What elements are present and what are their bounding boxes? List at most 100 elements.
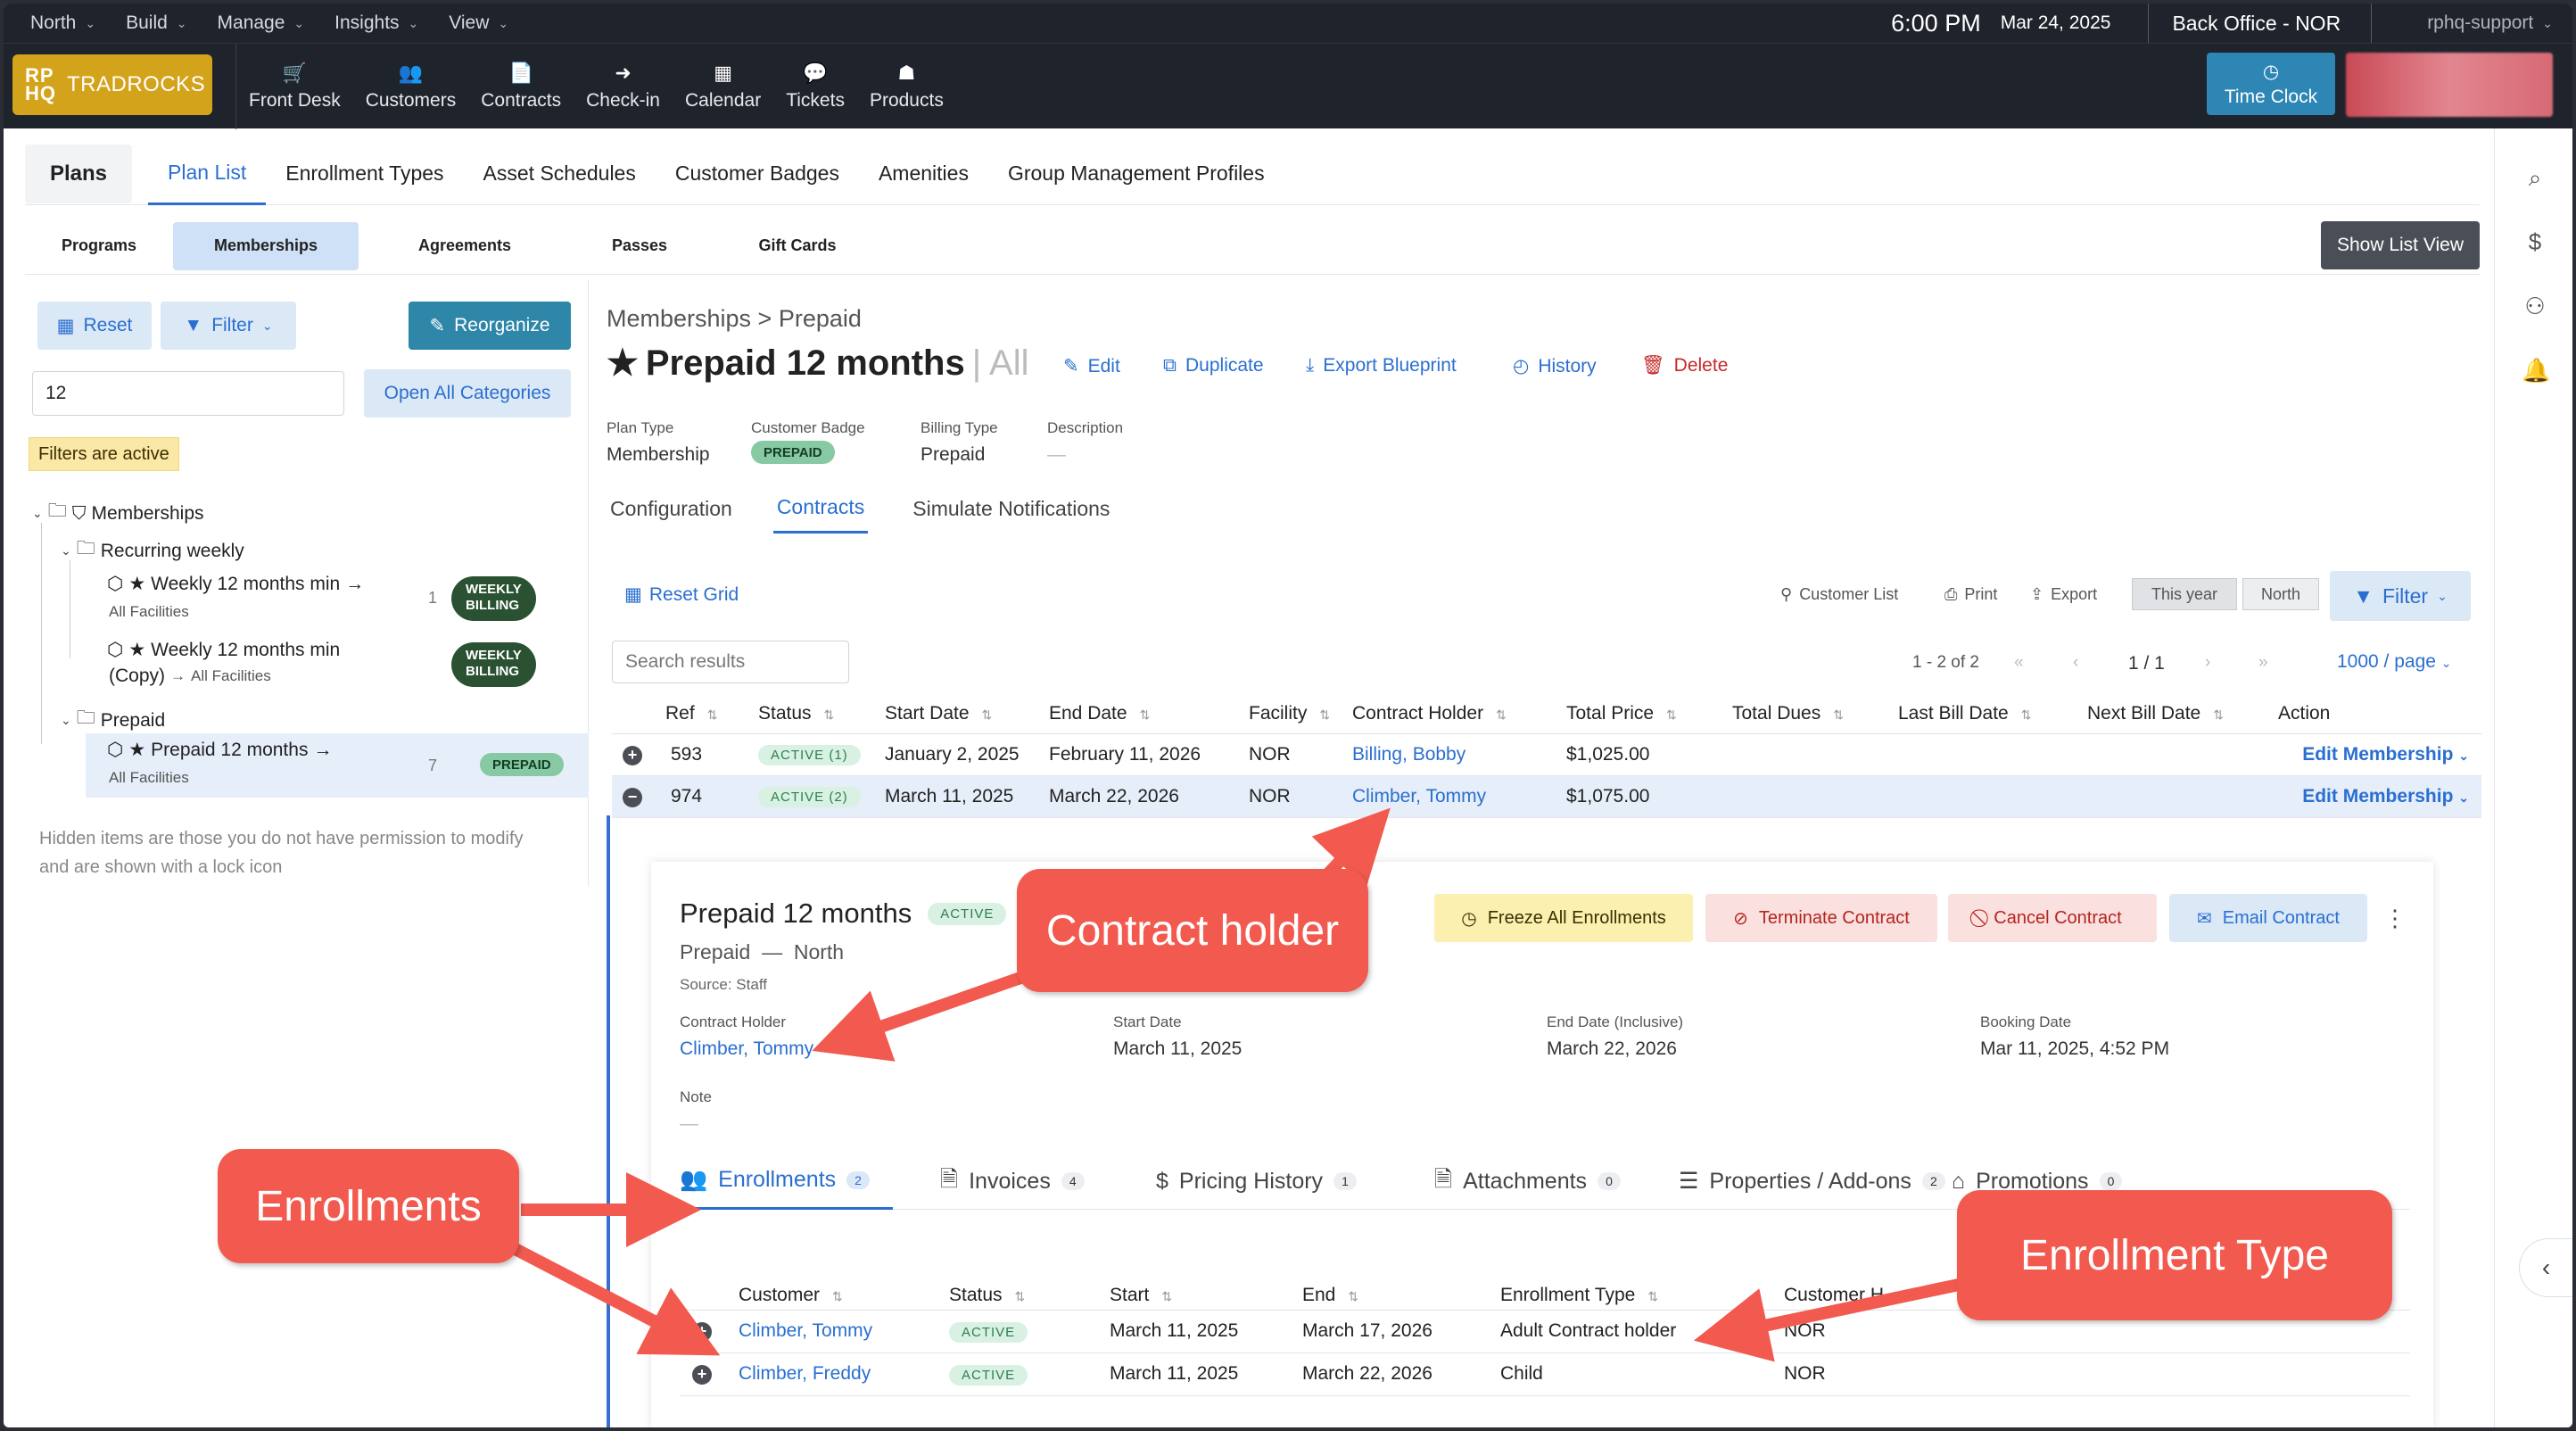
table-row[interactable]: + Climber, Freddy ACTIVE March 11, 2025 … — [680, 1352, 2410, 1396]
nav-customers[interactable]: 👥 Customers — [353, 44, 469, 129]
tab-customer-badges[interactable]: Customer Badges — [656, 143, 859, 205]
search-icon[interactable]: ⌕ — [2522, 164, 2548, 191]
tree-item-weekly-12-months[interactable]: ⬡ ★ Weekly 12 months min → — [107, 573, 364, 595]
brand-logo[interactable]: RP HQ TRADROCKS — [12, 54, 212, 115]
show-list-view-button[interactable]: Show List View — [2320, 221, 2480, 269]
export-blueprint-button[interactable]: ⤓ Export Blueprint — [1306, 355, 1457, 376]
col-end[interactable]: End ⇅ — [1302, 1281, 1500, 1311]
table-row[interactable]: + 593 ACTIVE (1) January 2, 2025 Februar… — [612, 733, 2481, 776]
reset-grid-button[interactable]: ▦ Reset Grid — [624, 583, 739, 606]
north-filter-chip[interactable]: North — [2242, 578, 2319, 610]
tab-amenities[interactable]: Amenities — [859, 143, 988, 205]
contract-holder-link[interactable]: Climber, Tommy — [680, 1038, 813, 1060]
print-button[interactable]: ⎙ Print — [1944, 585, 1997, 604]
tab-enrollments[interactable]: 👥 Enrollments 2 — [680, 1153, 893, 1210]
menu-insights[interactable]: Insights ⌄ — [334, 12, 418, 34]
subtab-programs[interactable]: Programs — [25, 222, 173, 270]
subtab-gift-cards[interactable]: Gift Cards — [708, 222, 887, 270]
tab-simulate-notifications[interactable]: Simulate Notifications — [909, 484, 1110, 534]
dollar-icon[interactable]: $ — [2522, 228, 2548, 255]
tree-item-prepaid-12-months[interactable]: ⬡ ★ Prepaid 12 months → — [107, 739, 332, 761]
tab-properties-add-ons[interactable]: ☰ Properties / Add-ons 2 — [1679, 1153, 1945, 1210]
col-end-date[interactable]: End Date ⇅ — [1049, 694, 1249, 734]
subtab-agreements[interactable]: Agreements — [359, 222, 571, 270]
time-clock-button[interactable]: ◷ Time Clock — [2207, 53, 2335, 115]
expand-row-icon[interactable]: + — [692, 1365, 712, 1385]
cancel-contract-button[interactable]: ⃠Cancel Contract — [1948, 894, 2157, 942]
contract-holder-link[interactable]: Billing, Bobby — [1352, 744, 1466, 765]
col-contract-holder[interactable]: Contract Holder ⇅ — [1352, 694, 1566, 734]
customer-link[interactable]: Climber, Freddy — [739, 1363, 871, 1384]
menu-build[interactable]: Build ⌄ — [126, 12, 186, 34]
subtab-memberships[interactable]: Memberships — [173, 221, 359, 270]
collapse-row-icon[interactable]: − — [623, 787, 642, 807]
person-icon[interactable]: ⚇ — [2522, 293, 2548, 319]
page-size-select[interactable]: 1000 / page ⌄ — [2337, 651, 2452, 673]
delete-button[interactable]: 🗑 Delete — [1641, 355, 1728, 376]
avatar[interactable] — [2346, 53, 2553, 117]
tree-category-recurring-weekly[interactable]: ⌄ 🗀 Recurring weekly — [61, 535, 244, 567]
nav-calendar[interactable]: ▦ Calendar — [673, 44, 773, 129]
tab-attachments[interactable]: 🗎 Attachments 0 — [1434, 1153, 1621, 1210]
col-total-price[interactable]: Total Price ⇅ — [1566, 694, 1732, 734]
col-enrollment-type[interactable]: Enrollment Type ⇅ — [1500, 1281, 1784, 1311]
edit-membership-dropdown[interactable]: Edit Membership ⌄ — [2302, 786, 2469, 806]
col-total-dues[interactable]: Total Dues ⇅ — [1732, 694, 1898, 734]
menu-view[interactable]: View ⌄ — [449, 12, 508, 34]
tab-pricing-history[interactable]: $ Pricing History 1 — [1156, 1153, 1357, 1210]
tab-contracts[interactable]: Contracts — [772, 484, 869, 534]
menu-manage[interactable]: Manage ⌄ — [218, 12, 305, 34]
col-start[interactable]: Start ⇅ — [1110, 1281, 1302, 1311]
collapse-panel-button[interactable]: ‹ — [2519, 1238, 2572, 1297]
customer-list-button[interactable]: ⚲ Customer List — [1780, 585, 1898, 604]
duplicate-button[interactable]: ⧉ Duplicate — [1163, 355, 1264, 376]
edit-membership-dropdown[interactable]: Edit Membership ⌄ — [2302, 744, 2469, 765]
nav-products[interactable]: ☗ Products — [857, 44, 956, 129]
reorganize-button[interactable]: ✎ Reorganize — [409, 302, 571, 350]
expand-row-icon[interactable]: + — [623, 745, 642, 765]
grid-filter-button[interactable]: ▼ Filter ⌄ — [2330, 571, 2471, 621]
tab-invoices[interactable]: 🗎 Invoices 4 — [940, 1153, 1085, 1210]
tab-plan-list[interactable]: Plan List — [148, 143, 267, 205]
col-start-date[interactable]: Start Date ⇅ — [885, 694, 1049, 734]
col-customer[interactable]: Customer ⇅ — [739, 1281, 949, 1311]
history-button[interactable]: ◴ History — [1513, 355, 1597, 377]
customer-link[interactable]: Climber, Tommy — [739, 1320, 872, 1341]
bell-icon[interactable]: 🔔 — [2522, 357, 2550, 384]
menu-north[interactable]: North ⌄ — [30, 12, 95, 34]
col-ref[interactable]: Ref ⇅ — [665, 694, 758, 734]
table-row[interactable]: − 974 ACTIVE (2) March 11, 2025 March 22… — [612, 775, 2481, 818]
last-page-button[interactable]: » — [2258, 653, 2268, 673]
reset-button[interactable]: ▦ Reset — [37, 302, 152, 350]
freeze-all-enrollments-button[interactable]: ◷ Freeze All Enrollments — [1434, 894, 1693, 942]
tree-item-weekly-12-months-copy[interactable]: ⬡ ★ Weekly 12 months min — [107, 639, 340, 661]
grid-search-input[interactable]: Search results — [612, 641, 849, 683]
nav-contracts[interactable]: 📄 Contracts — [468, 44, 574, 129]
subtab-passes[interactable]: Passes — [571, 222, 708, 270]
expand-row-icon[interactable]: + — [692, 1322, 712, 1342]
tree-category-prepaid[interactable]: ⌄ 🗀 Prepaid — [61, 705, 165, 736]
office-selector[interactable]: Back Office - NOR — [2149, 12, 2371, 36]
next-page-button[interactable]: › — [2205, 653, 2210, 673]
tree-root-memberships[interactable]: ⌄ 🗀 ⛉ Memberships — [32, 498, 204, 529]
plan-search-input[interactable]: 12 — [32, 371, 344, 416]
contract-holder-link[interactable]: Climber, Tommy — [1352, 786, 1486, 806]
tab-asset-schedules[interactable]: Asset Schedules — [464, 143, 656, 205]
col-facility[interactable]: Facility ⇅ — [1249, 694, 1352, 734]
col-status[interactable]: Status ⇅ — [949, 1281, 1110, 1311]
filter-button[interactable]: ▼ Filter ⌄ — [161, 302, 296, 350]
this-year-filter-chip[interactable]: This year — [2132, 578, 2237, 610]
nav-tickets[interactable]: 💬 Tickets — [773, 44, 857, 129]
tab-enrollment-types[interactable]: Enrollment Types — [266, 143, 463, 205]
col-last-bill-date[interactable]: Last Bill Date ⇅ — [1898, 694, 2087, 734]
edit-button[interactable]: ✎ Edit — [1063, 355, 1120, 377]
export-button[interactable]: ⇪ Export — [2030, 585, 2097, 604]
open-all-categories-button[interactable]: Open All Categories — [364, 369, 571, 418]
nav-check-in[interactable]: ➜ Check-in — [574, 44, 673, 129]
tab-configuration[interactable]: Configuration — [607, 484, 732, 534]
prev-page-button[interactable]: ‹ — [2073, 653, 2078, 673]
col-next-bill-date[interactable]: Next Bill Date ⇅ — [2087, 694, 2278, 734]
tab-group-management-profiles[interactable]: Group Management Profiles — [988, 143, 1284, 205]
terminate-contract-button[interactable]: ⊘ Terminate Contract — [1705, 894, 1937, 942]
more-options-icon[interactable]: ⋮ — [2382, 894, 2408, 942]
